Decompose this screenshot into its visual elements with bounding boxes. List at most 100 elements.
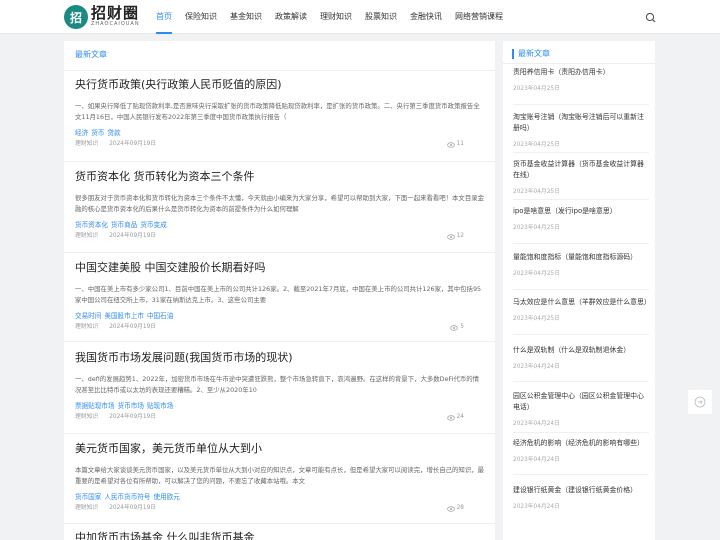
article-title[interactable]: 我国货币市场发展问题(我国货币市场的现状): [75, 351, 485, 365]
sidebar-item[interactable]: 责阳养信用卡（责阳办信用卡） 2023年04月25日: [513, 67, 649, 92]
sidebar-item-title[interactable]: 量能饱和度指标（量能饱和度指标源码）: [513, 252, 649, 263]
sidebar-item-title[interactable]: 货币基金收益计算器（货币基金收益计算器在线）: [513, 159, 649, 181]
sidebar-item[interactable]: ipo是啥意思（发行ipo是啥意思） 2023年04月25日: [513, 206, 649, 231]
article-tag[interactable]: 贷款: [107, 129, 120, 137]
article-tag[interactable]: 经济: [75, 129, 88, 137]
article-tag[interactable]: 货币市场: [118, 402, 144, 410]
sidebar-item-date: 2023年04月25日: [513, 86, 560, 92]
article-summary: 一、中国在美上市有多少家公司1、目前中国在美上市的公司共计126家。2、截至20…: [75, 285, 482, 304]
section-title: 最新文章: [75, 50, 107, 59]
arrow-icon: [694, 396, 706, 408]
sidebar-item[interactable]: 经济危机的影响（经济危机的影响有哪些） 2023年04月24日: [513, 438, 649, 463]
nav-marketing[interactable]: 网络营销课程: [455, 0, 503, 34]
article-item: 中加货币市场基金 什么叫非货币基金: [75, 531, 485, 540]
article-tag[interactable]: 中国石油: [147, 312, 173, 320]
nav-finance[interactable]: 理财知识: [320, 0, 352, 34]
eye-icon: [446, 505, 455, 512]
sidebar-item-title[interactable]: 责阳养信用卡（责阳办信用卡）: [513, 67, 649, 78]
sidebar-item-date: 2023年04月25日: [513, 271, 560, 277]
article-title[interactable]: 中国交建美股 中国交建股价长期看好吗: [75, 261, 485, 275]
logo-icon: 招: [64, 5, 88, 29]
article-meta: 理财知识 2024年09月19日 12: [75, 232, 485, 241]
sidebar-item-date: 2023年04月25日: [513, 316, 560, 322]
article-title[interactable]: 美元货币国家，美元货币单位从大到小: [75, 442, 485, 456]
sidebar-item-date: 2023年04月25日: [513, 189, 560, 195]
article-views: 11: [446, 140, 475, 149]
sidebar-latest: 最新文章 责阳养信用卡（责阳办信用卡） 2023年04月25日 淘宝账号注销（淘宝…: [503, 41, 655, 540]
sidebar-item-date: 2023年04月24日: [513, 364, 560, 370]
article-category[interactable]: 理财知识: [75, 414, 98, 420]
eye-icon: [446, 141, 455, 148]
sidebar-item-date: 2023年04月24日: [513, 504, 560, 510]
sidebar-item-title[interactable]: 建设银行纸黄金（建设银行纸黄金价格）: [513, 485, 649, 496]
article-views: 24: [446, 413, 475, 422]
article-item: 美元货币国家，美元货币单位从大到小 本篇文章给大家谈谈美元货币国家，以及美元货币…: [75, 442, 485, 513]
article-meta: 理财知识 2024年09月19日 28: [75, 504, 485, 513]
nav-news[interactable]: 金融快讯: [410, 0, 442, 34]
nav-policy[interactable]: 政策解读: [275, 0, 307, 34]
article-date: 2024年09月19日: [109, 414, 157, 420]
sidebar-item-title[interactable]: 马太效应是什么意思（羊群效应是什么意思）: [513, 297, 651, 308]
sidebar-item[interactable]: 马太效应是什么意思（羊群效应是什么意思） 2023年04月25日: [513, 297, 651, 322]
article-tag[interactable]: 货币国家: [75, 493, 101, 501]
main-nav: 首页 保险知识 基金知识 政策解读 理财知识 股票知识 金融快讯 网络营销课程: [156, 0, 516, 34]
article-tag[interactable]: 票据贴现市场: [75, 402, 115, 410]
article-title[interactable]: 货币资本化 货币转化为资本三个条件: [75, 170, 485, 184]
nav-fund[interactable]: 基金知识: [230, 0, 262, 34]
sidebar-item[interactable]: 量能饱和度指标（量能饱和度指标源码） 2023年04月25日: [513, 252, 649, 277]
article-tag[interactable]: 货币: [91, 129, 104, 137]
sidebar-item[interactable]: 货币基金收益计算器（货币基金收益计算器在线） 2023年04月25日: [513, 159, 649, 195]
article-tag[interactable]: 贴现市场: [147, 402, 173, 410]
article-tags: 交易时间 美国股市上市 中国石油: [75, 312, 485, 321]
article-tag[interactable]: 货币商品: [111, 221, 137, 229]
article-date: 2024年09月19日: [109, 141, 157, 147]
logo-subtitle: ZHAOCAIQUAN: [91, 21, 140, 27]
article-category[interactable]: 理财知识: [75, 233, 98, 239]
article-summary: 很多朋友对于货币资本化和货币转化为资本三个条件不太懂，今天就由小编来为大家分享，…: [75, 194, 484, 213]
eye-icon: [450, 324, 459, 331]
sidebar-item[interactable]: 什么是双轨制（什么是双轨制退休金） 2023年04月24日: [513, 345, 649, 370]
article-meta: 理财知识 2024年09月19日 24: [75, 413, 485, 422]
sidebar-item[interactable]: 建设银行纸黄金（建设银行纸黄金价格） 2023年04月24日: [513, 485, 649, 510]
nav-insurance[interactable]: 保险知识: [185, 0, 217, 34]
article-summary: 一、如果央行降低了贴现贷款利率,是否意味央行采取扩张的货币政策降低贴现贷款利率，…: [75, 102, 480, 121]
article-item: 中国交建美股 中国交建股价长期看好吗 一、中国在美上市有多少家公司1、目前中国在…: [75, 261, 485, 332]
article-category[interactable]: 理财知识: [75, 141, 98, 147]
article-item: 货币资本化 货币转化为资本三个条件 很多朋友对于货币资本化和货币转化为资本三个条…: [75, 170, 485, 241]
sidebar-item-title[interactable]: 经济危机的影响（经济危机的影响有哪些）: [513, 438, 649, 449]
article-date: 2024年09月19日: [109, 505, 157, 511]
article-tag[interactable]: 交易时间: [75, 312, 101, 320]
article-summary: 一、defi的发展趋势1、2022年，加密货币市场在牛市途中突遭狂跌熊，整个市场…: [75, 375, 480, 394]
site-logo[interactable]: 招 招财圈 ZHAOCAIQUAN: [64, 4, 140, 30]
article-list-panel: 最新文章 央行货币政策(央行政策人民币贬值的原因) 一、如果央行降低了贴现贷款利…: [64, 41, 495, 540]
article-views: 12: [446, 232, 475, 241]
sidebar-item-title[interactable]: 园区公积金管理中心（园区公积金管理中心电话）: [513, 391, 649, 413]
article-meta: 理财知识 2024年09月19日 11: [75, 140, 485, 149]
article-tag[interactable]: 货币资本化: [75, 221, 108, 229]
article-title[interactable]: 中加货币市场基金 什么叫非货币基金: [75, 531, 485, 540]
article-category[interactable]: 理财知识: [75, 324, 98, 330]
sidebar-item-date: 2023年04月24日: [513, 457, 560, 463]
search-icon[interactable]: [644, 10, 658, 24]
sidebar-item-title[interactable]: 淘宝账号注销（淘宝账号注销后可以重新注册吗）: [513, 112, 649, 134]
article-category[interactable]: 理财知识: [75, 505, 98, 511]
article-summary: 本篇文章给大家谈谈美元货币国家，以及美元货币单位从大到小对应的知识点，文章可能有…: [75, 466, 484, 485]
article-tag[interactable]: 人民币货币符号: [104, 493, 150, 501]
article-date: 2024年09月19日: [109, 324, 157, 330]
float-sidebar-button[interactable]: [688, 390, 712, 414]
sidebar-item[interactable]: 园区公积金管理中心（园区公积金管理中心电话） 2023年04月24日: [513, 391, 649, 427]
article-tag[interactable]: 美国股市上市: [104, 312, 144, 320]
site-header: 招 招财圈 ZHAOCAIQUAN 首页 保险知识 基金知识 政策解读 理财知识…: [0, 0, 720, 34]
sidebar-item-date: 2023年04月24日: [513, 421, 560, 427]
sidebar-item-title[interactable]: ipo是啥意思（发行ipo是啥意思）: [513, 206, 649, 217]
article-title[interactable]: 央行货币政策(央行政策人民币贬值的原因): [75, 78, 485, 92]
nav-home[interactable]: 首页: [156, 0, 172, 34]
eye-icon: [446, 414, 455, 421]
article-tag[interactable]: 货币变成: [140, 221, 166, 229]
nav-stock[interactable]: 股票知识: [365, 0, 397, 34]
sidebar-item-title[interactable]: 什么是双轨制（什么是双轨制退休金）: [513, 345, 649, 356]
article-tag[interactable]: 使用欧元: [154, 493, 180, 501]
sidebar-title: 最新文章: [512, 49, 550, 59]
sidebar-item[interactable]: 淘宝账号注销（淘宝账号注销后可以重新注册吗） 2023年04月25日: [513, 112, 649, 148]
article-item: 我国货币市场发展问题(我国货币市场的现状) 一、defi的发展趋势1、2022年…: [75, 351, 485, 422]
